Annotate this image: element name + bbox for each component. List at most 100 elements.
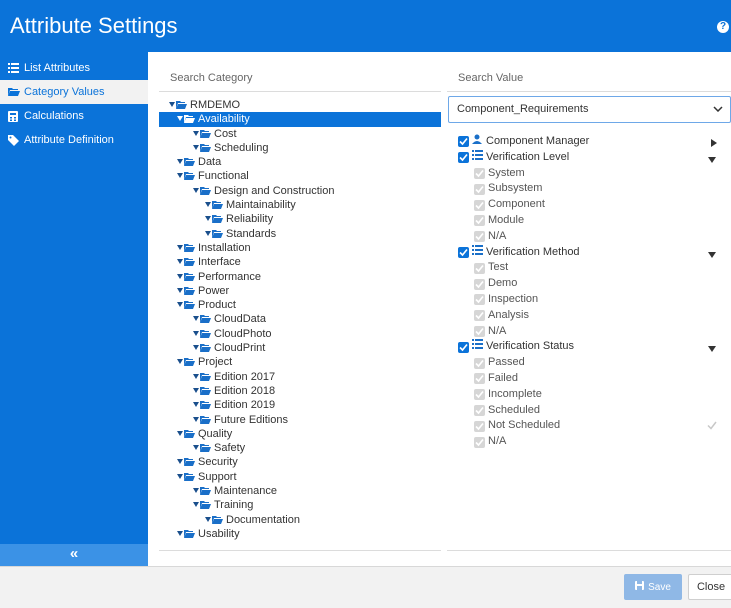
caret-down-icon[interactable] [193, 445, 199, 451]
tree-node[interactable]: Scheduling [159, 141, 441, 155]
caret-down-icon[interactable] [177, 430, 183, 436]
caret-down-icon[interactable] [205, 216, 211, 222]
caret-down-icon[interactable] [708, 343, 716, 355]
tree-node-label: Edition 2018 [214, 384, 276, 397]
caret-down-icon[interactable] [177, 459, 183, 465]
caret-down-icon[interactable] [177, 530, 183, 536]
tree-node[interactable]: RMDEMO [159, 98, 441, 112]
caret-down-icon[interactable] [193, 330, 199, 336]
value-row[interactable]: Failed [474, 371, 518, 387]
tree-node[interactable]: Edition 2018 [159, 384, 441, 398]
tree-node[interactable]: Future Editions [159, 413, 441, 427]
caret-down-icon[interactable] [193, 144, 199, 150]
caret-down-icon[interactable] [193, 187, 199, 193]
tree-node[interactable]: Edition 2019 [159, 398, 441, 412]
tree-node[interactable]: CloudPhoto [159, 327, 441, 341]
caret-down-icon[interactable] [177, 287, 183, 293]
value-row[interactable]: Scheduled [474, 403, 540, 419]
attribute-checkbox[interactable] [458, 341, 469, 353]
tree-node[interactable]: Data [159, 155, 441, 169]
tree-node[interactable]: Availability [159, 112, 441, 127]
save-button[interactable]: Save [624, 574, 682, 600]
value-row[interactable]: N/A [474, 434, 506, 450]
attribute-checkbox[interactable] [458, 136, 469, 148]
caret-down-icon[interactable] [193, 130, 199, 136]
caret-down-icon[interactable] [205, 516, 211, 522]
close-button[interactable]: Close [688, 574, 731, 600]
tree-node[interactable]: Safety [159, 441, 441, 455]
caret-down-icon[interactable] [177, 173, 183, 179]
attribute-row[interactable]: Verification Level [458, 149, 569, 166]
attribute-row[interactable]: Verification Status [458, 339, 574, 355]
caret-down-icon[interactable] [193, 416, 199, 422]
sidebar-item-calculations[interactable]: Calculations [0, 104, 148, 128]
caret-down-icon[interactable] [205, 202, 211, 208]
caret-down-icon[interactable] [205, 230, 211, 236]
attribute-row[interactable]: Component Manager [458, 134, 589, 150]
caret-down-icon[interactable] [193, 402, 199, 408]
requirement-select[interactable]: Component_Requirements [448, 96, 731, 123]
tree-node[interactable]: Quality [159, 427, 441, 441]
attribute-row[interactable]: Verification Method [458, 244, 580, 261]
tree-node[interactable]: Reliability [159, 212, 441, 226]
value-row[interactable]: Test [474, 260, 508, 276]
tree-node[interactable]: Design and Construction [159, 184, 441, 198]
caret-down-icon[interactable] [708, 154, 716, 166]
caret-down-icon[interactable] [193, 502, 199, 508]
caret-down-icon[interactable] [193, 373, 199, 379]
value-row[interactable]: Not Scheduled [474, 418, 560, 434]
caret-down-icon[interactable] [177, 244, 183, 250]
tree-node[interactable]: Maintenance [159, 484, 441, 498]
value-row[interactable]: N/A [474, 324, 506, 340]
tree-node[interactable]: Product [159, 298, 441, 312]
caret-down-icon[interactable] [708, 249, 716, 261]
tree-node[interactable]: Interface [159, 255, 441, 269]
value-row[interactable]: N/A [474, 229, 506, 245]
tree-node[interactable]: Functional [159, 169, 441, 183]
tree-node[interactable]: CloudData [159, 312, 441, 326]
attribute-checkbox[interactable] [458, 246, 469, 258]
caret-down-icon[interactable] [177, 359, 183, 365]
sidebar-collapse-button[interactable]: « [0, 544, 148, 566]
tree-node[interactable]: CloudPrint [159, 341, 441, 355]
tree-node[interactable]: Cost [159, 127, 441, 141]
value-row[interactable]: Incomplete [474, 387, 542, 403]
value-row[interactable]: Analysis [474, 308, 529, 324]
caret-down-icon[interactable] [177, 473, 183, 479]
caret-down-icon[interactable] [193, 488, 199, 494]
caret-down-icon[interactable] [193, 316, 199, 322]
caret-down-icon[interactable] [177, 302, 183, 308]
help-circle-icon[interactable]: ? [717, 21, 729, 33]
tree-node[interactable]: Power [159, 284, 441, 298]
tree-node[interactable]: Support [159, 470, 441, 484]
value-row[interactable]: System [474, 166, 525, 182]
value-row[interactable]: Passed [474, 355, 525, 371]
value-row[interactable]: Component [474, 197, 545, 213]
value-row[interactable]: Inspection [474, 292, 538, 308]
value-row[interactable]: Module [474, 213, 524, 229]
tree-node[interactable]: Maintainability [159, 198, 441, 212]
sidebar-item-list-attributes[interactable]: List Attributes [0, 56, 148, 80]
tree-node[interactable]: Project [159, 355, 441, 369]
caret-down-icon[interactable] [177, 159, 183, 165]
tree-node[interactable]: Edition 2017 [159, 370, 441, 384]
caret-down-icon[interactable] [177, 259, 183, 265]
sidebar-item-attribute-definition[interactable]: Attribute Definition [0, 128, 148, 152]
value-row[interactable]: Demo [474, 276, 517, 292]
tree-node[interactable]: Security [159, 455, 441, 469]
caret-down-icon[interactable] [193, 387, 199, 393]
value-row[interactable]: Subsystem [474, 181, 542, 197]
caret-down-icon[interactable] [193, 345, 199, 351]
caret-right-icon[interactable] [711, 138, 717, 150]
tree-node[interactable]: Standards [159, 227, 441, 241]
sidebar-item-category-values[interactable]: Category Values [0, 80, 148, 104]
tree-node[interactable]: Performance [159, 270, 441, 284]
caret-down-icon[interactable] [177, 273, 183, 279]
caret-down-icon[interactable] [169, 102, 175, 107]
tree-node[interactable]: Training [159, 498, 441, 512]
tree-node[interactable]: Documentation [159, 513, 441, 527]
tree-node[interactable]: Usability [159, 527, 441, 541]
attribute-checkbox[interactable] [458, 152, 469, 164]
caret-down-icon[interactable] [177, 116, 183, 122]
tree-node[interactable]: Installation [159, 241, 441, 255]
